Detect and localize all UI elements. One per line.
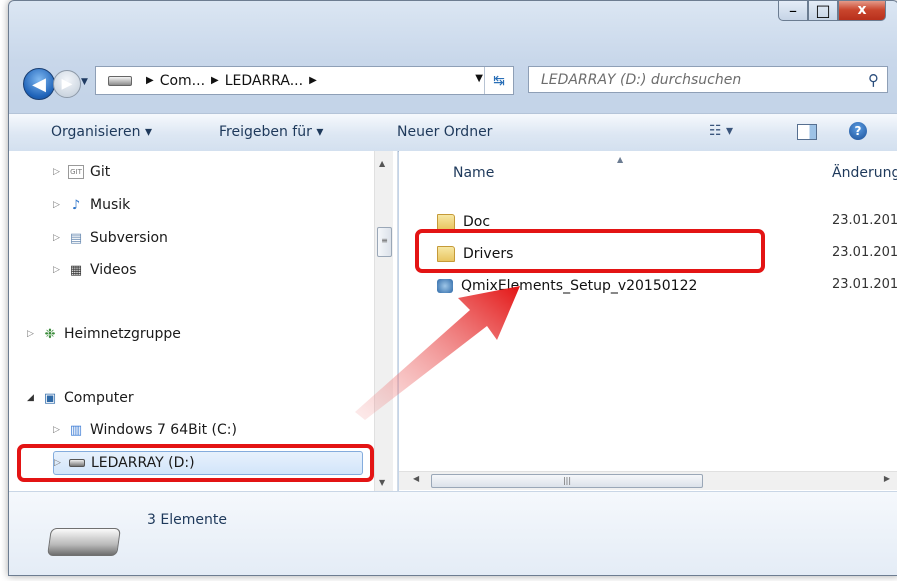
file-name: QmixElements_Setup_v20150122: [461, 278, 698, 294]
maximize-icon: □: [815, 0, 831, 20]
breadcrumb-chevron-icon[interactable]: ▶: [146, 75, 154, 86]
homegroup-icon: ❉: [44, 326, 56, 342]
expand-arrow-icon[interactable]: ▷: [27, 329, 37, 339]
file-list: ▲ Name Änderung Doc 23.01.201 Drivers 23…: [399, 151, 897, 491]
details-pane: 3 Elemente: [9, 491, 897, 575]
back-button[interactable]: ◀: [23, 68, 55, 100]
address-bar[interactable]: ▶ Com... ▶ LEDARRA... ▶ ▼ ↹: [95, 66, 514, 95]
document-icon: ▤: [69, 230, 83, 246]
horizontal-scrollbar[interactable]: ◀ ||| ▶: [399, 471, 897, 490]
tree-item-label: Videos: [90, 262, 137, 278]
tree-item-heimnetzgruppe[interactable]: ▷ ❉ Heimnetzgruppe: [27, 323, 181, 345]
share-with-button[interactable]: Freigeben für ▾: [219, 124, 323, 140]
scroll-right-icon[interactable]: ▶: [884, 474, 890, 483]
column-header-date[interactable]: Änderung: [832, 165, 897, 181]
film-icon: ▦: [69, 262, 83, 278]
scrollbar-thumb[interactable]: ≡: [377, 227, 392, 257]
expand-arrow-icon[interactable]: ▷: [53, 265, 63, 275]
tree-item-label: Windows 7 64Bit (C:): [90, 422, 237, 438]
forward-arrow-icon: ▶: [61, 76, 73, 92]
file-date: 23.01.201: [832, 245, 897, 260]
navigation-pane: ▷ GIT Git ▷ ♪ Musik ▷ ▤ Subversion ▷ ▦ V…: [9, 151, 398, 491]
installer-icon: [437, 279, 453, 293]
expand-arrow-icon[interactable]: ▷: [53, 233, 63, 243]
tree-item-label: Heimnetzgruppe: [64, 326, 181, 342]
forward-button[interactable]: ▶: [53, 70, 81, 98]
file-row-setup[interactable]: QmixElements_Setup_v20150122: [437, 275, 697, 297]
tree-item-label: Subversion: [90, 230, 168, 246]
maximize-button[interactable]: □: [808, 0, 838, 21]
computer-icon: ▣: [43, 390, 57, 406]
minimize-button[interactable]: –: [778, 0, 808, 21]
command-bar: Organisieren ▾ Freigeben für ▾ Neuer Ord…: [9, 113, 897, 152]
scrollbar-thumb[interactable]: |||: [431, 474, 703, 488]
tree-item-git[interactable]: ▷ GIT Git: [53, 161, 110, 183]
help-icon: ?: [854, 124, 862, 138]
search-placeholder: LEDARRAY (D:) durchsuchen: [541, 71, 742, 88]
scroll-down-icon[interactable]: ▼: [379, 478, 385, 487]
scroll-left-icon[interactable]: ◀: [413, 474, 419, 483]
search-input[interactable]: LEDARRAY (D:) durchsuchen ⚲: [528, 66, 888, 93]
help-button[interactable]: ?: [849, 122, 867, 140]
folder-icon: [437, 214, 455, 230]
highlight-drivers: [415, 229, 765, 273]
explorer-window: – □ x ◀ ▶ ▼ ▶ Com... ▶ LEDARRA... ▶ ▼ ↹ …: [8, 0, 897, 576]
caption-buttons: – □ x: [778, 0, 886, 21]
breadcrumb-chevron-icon[interactable]: ▶: [211, 75, 219, 86]
collapse-arrow-icon[interactable]: ◢: [27, 393, 37, 403]
address-dropdown-icon[interactable]: ▼: [475, 73, 483, 84]
git-folder-icon: GIT: [68, 165, 84, 179]
view-options-icon[interactable]: ☷ ▾: [709, 123, 733, 139]
tree-item-musik[interactable]: ▷ ♪ Musik: [53, 194, 130, 216]
file-name: Doc: [463, 214, 491, 230]
recent-pages-dropdown[interactable]: ▼: [81, 77, 88, 87]
tree-item-label: Git: [90, 164, 111, 180]
navigation-scrollbar[interactable]: ▲ ≡ ▼: [374, 151, 393, 491]
column-header-name[interactable]: Name: [453, 165, 494, 181]
tree-item-label: Musik: [90, 197, 131, 213]
expand-arrow-icon[interactable]: ▷: [53, 200, 63, 210]
file-date: 23.01.201: [832, 277, 897, 292]
search-icon[interactable]: ⚲: [868, 71, 879, 89]
breadcrumb-chevron-icon[interactable]: ▶: [309, 75, 317, 86]
tree-item-subversion[interactable]: ▷ ▤ Subversion: [53, 227, 168, 249]
new-folder-button[interactable]: Neuer Ordner: [397, 124, 492, 140]
organize-button[interactable]: Organisieren ▾: [51, 124, 152, 140]
expand-arrow-icon[interactable]: ▷: [53, 167, 63, 177]
windows-drive-icon: ▥: [69, 422, 83, 438]
tree-item-videos[interactable]: ▷ ▦ Videos: [53, 259, 137, 281]
preview-pane-button[interactable]: [797, 124, 817, 140]
drive-icon: [108, 75, 132, 86]
music-icon: ♪: [71, 197, 81, 213]
highlight-ledarray: [17, 444, 374, 482]
sort-ascending-icon: ▲: [617, 155, 624, 164]
removable-drive-large-icon: [47, 528, 121, 556]
minimize-icon: –: [789, 0, 797, 20]
refresh-button[interactable]: ↹: [484, 67, 513, 94]
breadcrumb-computer[interactable]: Com...: [160, 73, 205, 89]
expand-arrow-icon[interactable]: ▷: [53, 425, 63, 435]
close-button[interactable]: x: [838, 1, 886, 21]
refresh-icon: ↹: [493, 72, 505, 89]
item-count: 3 Elemente: [147, 512, 227, 528]
breadcrumb-ledarray[interactable]: LEDARRA...: [225, 73, 303, 89]
navigation-row: ◀ ▶ ▼ ▶ Com... ▶ LEDARRA... ▶ ▼ ↹ LEDARR…: [9, 59, 897, 103]
tree-item-label: Computer: [64, 390, 134, 406]
back-arrow-icon: ◀: [32, 73, 46, 95]
tree-item-computer[interactable]: ◢ ▣ Computer: [27, 387, 134, 409]
tree-item-windows-drive[interactable]: ▷ ▥ Windows 7 64Bit (C:): [53, 419, 237, 441]
close-icon: x: [857, 2, 867, 18]
scroll-up-icon[interactable]: ▲: [379, 159, 385, 168]
file-date: 23.01.201: [832, 213, 897, 228]
